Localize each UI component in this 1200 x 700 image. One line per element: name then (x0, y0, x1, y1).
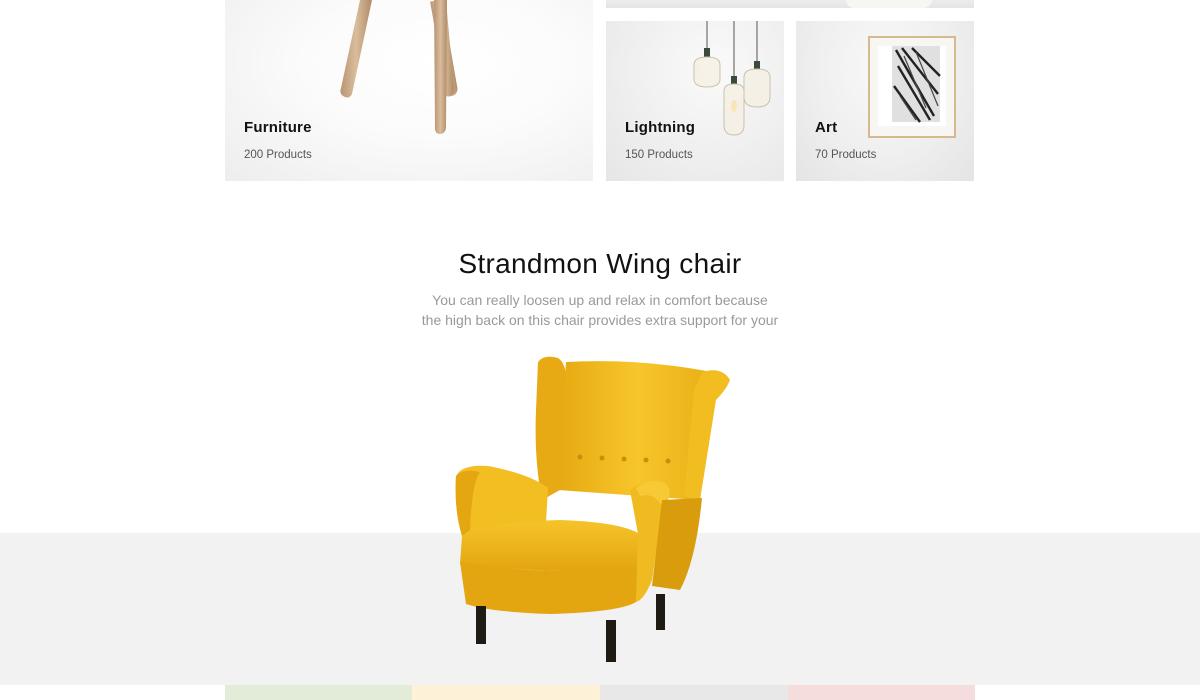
category-title-art[interactable]: Art (815, 119, 837, 136)
category-count-art: 70 Products (815, 149, 877, 161)
stool-legs-image (340, 0, 458, 134)
category-count-lightning: 150 Products (625, 149, 693, 161)
category-title-lightning[interactable]: Lightning (625, 119, 695, 136)
category-card-art[interactable]: Art 70 Products (796, 21, 974, 181)
category-count-furniture: 200 Products (244, 149, 312, 161)
featured-description-line-1: You can really loosen up and relax in co… (432, 292, 768, 308)
category-title-furniture[interactable]: Furniture (244, 119, 312, 136)
featured-description: You can really loosen up and relax in co… (400, 290, 800, 330)
framed-art-image (868, 36, 956, 138)
wing-chair-image[interactable] (440, 350, 750, 670)
pendant-lamps-image (693, 21, 771, 136)
page: Furniture 200 Products Lightning 150 Pro… (0, 0, 1200, 700)
color-strip-3 (600, 685, 788, 700)
color-strip-1 (225, 685, 412, 700)
category-card-partial[interactable] (606, 0, 974, 8)
color-strip-4 (788, 685, 975, 700)
color-strip-2 (412, 685, 600, 700)
featured-description-line-2: the high back on this chair provides ext… (421, 312, 779, 328)
featured-title: Strandmon Wing chair (458, 248, 742, 279)
category-card-lightning[interactable]: Lightning 150 Products (606, 21, 784, 181)
category-card-furniture[interactable]: Furniture 200 Products (225, 0, 593, 181)
vase-image (846, 0, 932, 8)
